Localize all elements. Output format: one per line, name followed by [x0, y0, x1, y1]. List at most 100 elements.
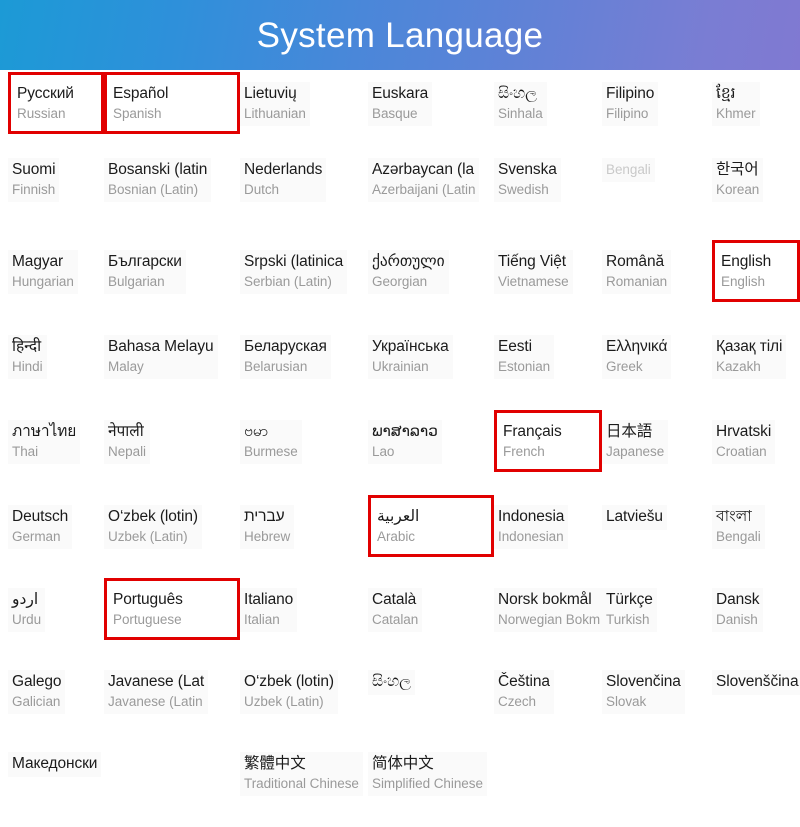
language-option [494, 742, 602, 770]
language-english-label: Finnish [12, 181, 56, 197]
language-option-dutch[interactable]: Nederlands Dutch [240, 148, 368, 207]
language-native-label: Tiếng Việt [498, 253, 566, 270]
language-option-russian[interactable]: Русский Russian [8, 72, 104, 135]
language-option-uzbek-latin[interactable]: O‘zbek (lotin) Uzbek (Latin) [104, 495, 240, 554]
language-english-label: Uzbek (Latin) [108, 528, 188, 544]
language-native-label: Українська [372, 338, 449, 355]
language-option-catalan[interactable]: Català Catalan [368, 578, 494, 637]
language-option-malay[interactable]: Bahasa Melayu Malay [104, 325, 240, 384]
language-option-inner: ဗမာ Burmese [240, 420, 302, 465]
language-native-label: Galego [12, 673, 62, 690]
language-option-burmese[interactable]: ဗမာ Burmese [240, 410, 368, 469]
language-option-inner: Қазақ тілі Kazakh [712, 335, 787, 380]
language-option-turkish[interactable]: Türkçe Turkish [602, 578, 712, 637]
language-option-german[interactable]: Deutsch German [8, 495, 104, 554]
language-english-label: Kazakh [716, 358, 761, 374]
language-option-hungarian[interactable]: Magyar Hungarian [8, 240, 104, 299]
language-native-label: বাংলা [716, 508, 752, 525]
language-option-inner [602, 760, 610, 765]
language-option-simplified-chinese[interactable]: 简体中文 Simplified Chinese [368, 742, 494, 801]
language-option-korean[interactable]: 한국어 Korean [712, 148, 800, 207]
language-option-italian[interactable]: Italiano Italian [240, 578, 368, 637]
language-option-basque[interactable]: Euskara Basque [368, 72, 494, 131]
language-english-label: Thai [12, 443, 39, 459]
language-english-label: Belarusian [244, 358, 308, 374]
language-native-label: Suomi [12, 161, 56, 178]
language-native-label: O‘zbek (lotin) [108, 508, 198, 525]
language-option-inner: Bahasa Melayu Malay [104, 335, 218, 380]
language-option-lithuanian[interactable]: Lietuvių Lithuanian [240, 72, 368, 131]
language-option-urdu[interactable]: اردو Urdu [8, 578, 104, 637]
language-row: Deutsch German O‘zbek (lotin) Uzbek (Latin)… [0, 495, 800, 580]
language-option-swedish[interactable]: Svenska Swedish [494, 148, 602, 207]
language-english-label: Bengali [606, 162, 651, 177]
language-native-label: العربية [377, 508, 420, 525]
language-option-inner: اردو Urdu [8, 588, 46, 633]
language-option-bulgarian[interactable]: Български Bulgarian [104, 240, 240, 299]
language-option-sinhala[interactable]: සිංහල Sinhala [494, 72, 602, 131]
language-option-french[interactable]: Français French [494, 410, 602, 473]
language-option[interactable]: Македонски [8, 742, 104, 782]
language-option-czech[interactable]: Čeština Czech [494, 660, 602, 719]
language-option-arabic[interactable]: العربية Arabic [368, 495, 494, 558]
language-native-label: Română [606, 253, 664, 270]
language-option-serbian-latin[interactable]: Srpski (latinica Serbian (Latin) [240, 240, 368, 299]
language-native-label: Magyar [12, 253, 64, 270]
language-option-thai[interactable]: ภาษาไทย Thai [8, 410, 104, 469]
language-option-kazakh[interactable]: Қазақ тілі Kazakh [712, 325, 800, 384]
language-option-ukrainian[interactable]: Українська Ukrainian [368, 325, 494, 384]
language-option [712, 742, 800, 770]
language-english-label: Vietnamese [498, 273, 569, 289]
language-option-bengali[interactable]: Bengali [602, 148, 712, 187]
language-option-javanese-latin[interactable]: Javanese (Lat Javanese (Latin [104, 660, 240, 719]
language-option-georgian[interactable]: ქართული Georgian [368, 240, 494, 299]
language-english-label: Serbian (Latin) [244, 273, 332, 289]
language-option-english[interactable]: English English [712, 240, 800, 303]
language-option-belarusian[interactable]: Беларуская Belarusian [240, 325, 368, 384]
language-native-label: Javanese (Lat [108, 673, 205, 690]
language-english-label: Simplified Chinese [372, 775, 483, 791]
language-option-traditional-chinese[interactable]: 繁體中文 Traditional Chinese [240, 742, 368, 801]
language-english-label: Javanese (Latin [108, 693, 203, 709]
language-option-danish[interactable]: Dansk Danish [712, 578, 800, 637]
language-option-inner: Română Romanian [602, 250, 672, 295]
language-option-slovak[interactable]: Slovenčina Slovak [602, 660, 712, 719]
language-option[interactable]: Latviešu [602, 495, 712, 535]
language-option-khmer[interactable]: ខ្មែរ Khmer [712, 72, 800, 131]
language-option-indonesian[interactable]: Indonesia Indonesian [494, 495, 602, 554]
language-option-romanian[interactable]: Română Romanian [602, 240, 712, 299]
language-english-label: Traditional Chinese [244, 775, 359, 791]
language-option-portuguese[interactable]: Português Portuguese [104, 578, 240, 641]
language-option-inner: العربية Arabic [374, 505, 424, 550]
language-native-label: O‘zbek (lotin) [244, 673, 334, 690]
language-native-label: हिन्दी [12, 338, 41, 355]
language-option-finnish[interactable]: Suomi Finnish [8, 148, 104, 207]
language-option-bosnian-latin[interactable]: Bosanski (latin Bosnian (Latin) [104, 148, 240, 207]
language-option-galician[interactable]: Galego Galician [8, 660, 104, 719]
language-option-inner: O‘zbek (lotin) Uzbek (Latin) [104, 505, 202, 550]
language-option-inner: Eesti Estonian [494, 335, 555, 380]
language-option-lao[interactable]: ພາສາລາວ Lao [368, 410, 494, 469]
language-row: Suomi Finnish Bosanski (latin Bosnian (Lati… [0, 148, 800, 233]
language-option-hindi[interactable]: हिन्दी Hindi [8, 325, 104, 384]
language-option-uzbek-latin[interactable]: O‘zbek (lotin) Uzbek (Latin) [240, 660, 368, 719]
language-option-bengali[interactable]: বাংলা Bengali [712, 495, 800, 554]
page-title: System Language [256, 15, 544, 55]
language-option-estonian[interactable]: Eesti Estonian [494, 325, 602, 384]
language-option-spanish[interactable]: Español Spanish [104, 72, 240, 135]
language-option-japanese[interactable]: 日本語 Japanese [602, 410, 712, 469]
language-option-hebrew[interactable]: עברית Hebrew [240, 495, 368, 554]
language-option[interactable]: Slovenščina [712, 660, 800, 700]
language-option-croatian[interactable]: Hrvatski Croatian [712, 410, 800, 469]
language-option[interactable]: සිංහල [368, 660, 494, 700]
language-english-label: Turkish [606, 611, 650, 627]
language-option-greek[interactable]: Ελληνικά Greek [602, 325, 712, 384]
language-option-norwegian-bokm[interactable]: Norsk bokmål Norwegian Bokm [494, 578, 602, 637]
language-option-vietnamese[interactable]: Tiếng Việt Vietnamese [494, 240, 602, 299]
language-option-filipino[interactable]: Filipino Filipino [602, 72, 712, 131]
language-english-label: Greek [606, 358, 643, 374]
language-english-label: Croatian [716, 443, 767, 459]
language-option-azerbaijani-latin[interactable]: Azərbaycan (la Azerbaijani (Latin [368, 148, 494, 207]
language-option-inner: Svenska Swedish [494, 158, 561, 203]
language-option-nepali[interactable]: नेपाली Nepali [104, 410, 240, 469]
